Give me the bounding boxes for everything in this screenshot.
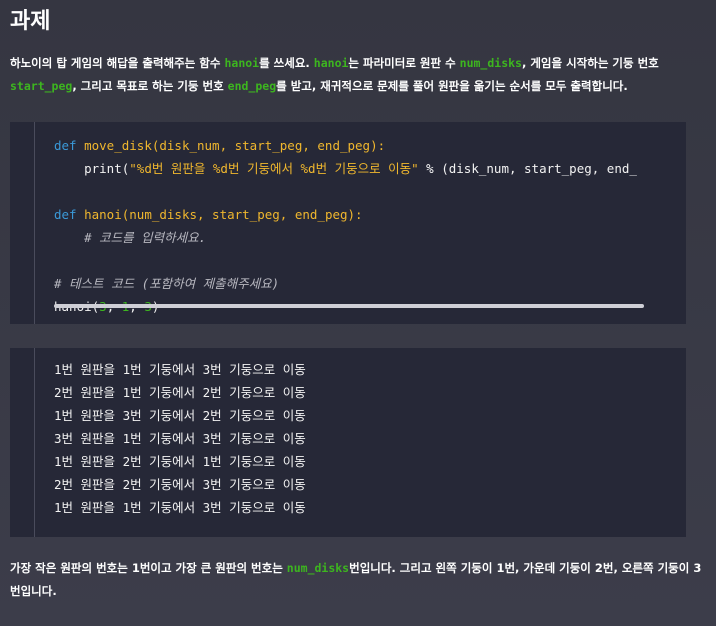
desc-code-end-peg: end_peg [227, 79, 277, 93]
function-params: (num_disks, start_peg, end_peg): [121, 207, 363, 222]
function-params: (disk_num, start_peg, end_peg): [151, 138, 386, 153]
code-comment: # 테스트 코드 (포함하여 제출해주세요) [54, 276, 280, 291]
output-line: 1번 원판을 1번 기둥에서 3번 기둥으로 이동 [54, 362, 306, 377]
desc-text-5: , 그리고 목표로 하는 기둥 번호 [72, 79, 228, 93]
keyword-def: def [54, 207, 77, 222]
output-panel: 1번 원판을 1번 기둥에서 3번 기둥으로 이동 2번 원판을 1번 기둥에서… [10, 348, 686, 537]
page-title: 과제 [10, 9, 51, 34]
keyword-def: def [54, 138, 77, 153]
builtin-print: print [84, 161, 122, 176]
code-line-blank-1 [54, 180, 686, 203]
output-line: 2번 원판을 1번 기둥에서 2번 기둥으로 이동 [54, 385, 306, 400]
desc-text-2: 를 쓰세요. [259, 56, 314, 70]
code-line-4: # 코드를 입력하세요. [54, 226, 686, 249]
output-line: 1번 원판을 2번 기둥에서 1번 기둥으로 이동 [54, 454, 306, 469]
desc-text-3: 는 파라미터로 원판 수 [348, 56, 460, 70]
output-line: 1번 원판을 1번 기둥에서 3번 기둥으로 이동 [54, 500, 306, 515]
code-line-3: def hanoi(num_disks, start_peg, end_peg)… [54, 203, 686, 226]
output-line: 2번 원판을 2번 기둥에서 3번 기둥으로 이동 [54, 477, 306, 492]
desc-code-start-peg: start_peg [10, 79, 73, 93]
output-line: 1번 원판을 3번 기둥에서 2번 기둥으로 이동 [54, 408, 306, 423]
desc-text-4: , 게임을 시작하는 기둥 번호 [521, 56, 659, 70]
desc-code-num-disks: num_disks [459, 56, 522, 70]
desc-text-6: 를 받고, 재귀적으로 문제를 풀어 원판을 옮기는 순서를 모두 출력합니다. [276, 79, 628, 93]
desc-code-hanoi-2: hanoi [313, 56, 349, 70]
desc-text-1: 하노이의 탑 게임의 해답을 출력해주는 함수 [10, 56, 225, 70]
code-line-blank-2 [54, 249, 686, 272]
desc-code-hanoi-1: hanoi [224, 56, 260, 70]
format-string: "%d번 원판을 %d번 기둥에서 %d번 기둥으로 이동" [129, 161, 419, 176]
code-line-1: def move_disk(disk_num, start_peg, end_p… [54, 134, 686, 157]
footer-code-num-disks: num_disks [286, 561, 350, 575]
assignment-page: 과제 하노이의 탑 게임의 해답을 출력해주는 함수 hanoi를 쓰세요. h… [0, 0, 716, 626]
output-line: 3번 원판을 1번 기둥에서 3번 기둥으로 이동 [54, 431, 306, 446]
format-operator: % [418, 161, 442, 176]
function-name: hanoi [84, 207, 122, 222]
code-editor[interactable]: def move_disk(disk_num, start_peg, end_p… [10, 122, 686, 324]
footer-text-1: 가장 작은 원판의 번호는 1번이고 가장 큰 원판의 번호는 [10, 561, 287, 575]
format-args: (disk_num, start_peg, end_ [441, 161, 637, 176]
code-comment: # 코드를 입력하세요. [84, 230, 207, 245]
code-line-2: print("%d번 원판을 %d번 기둥에서 %d번 기둥으로 이동" % (… [54, 157, 686, 180]
code-line-5: # 테스트 코드 (포함하여 제출해주세요) [54, 272, 686, 295]
footer-note: 가장 작은 원판의 번호는 1번이고 가장 큰 원판의 번호는 num_disk… [10, 557, 706, 603]
assignment-description: 하노이의 탑 게임의 해답을 출력해주는 함수 hanoi를 쓰세요. hano… [10, 52, 706, 98]
function-name: move_disk [84, 138, 152, 153]
horizontal-scrollbar[interactable] [54, 304, 644, 308]
